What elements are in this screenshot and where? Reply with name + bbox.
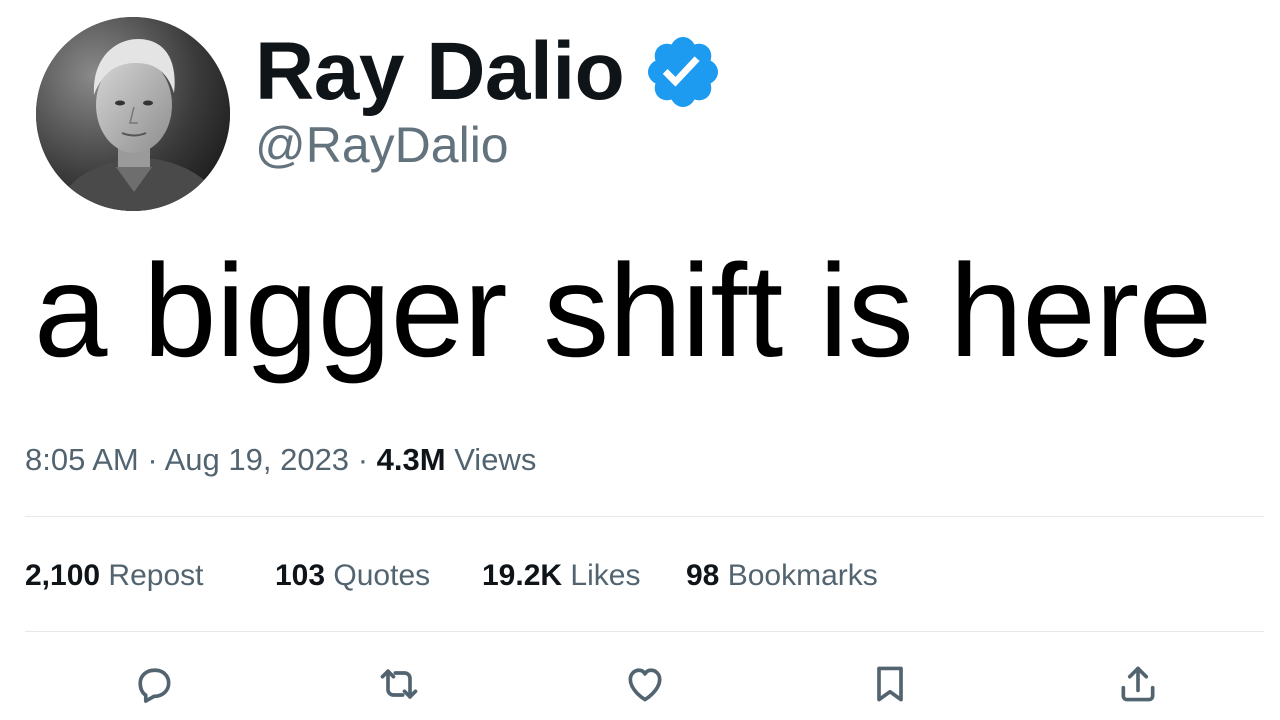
- divider: [25, 516, 1264, 517]
- reply-button[interactable]: [130, 660, 178, 708]
- stat-count: 103: [275, 559, 326, 592]
- stat-reposts[interactable]: 2,100 Repost: [25, 556, 203, 596]
- stat-count: 2,100: [25, 559, 101, 592]
- repost-button[interactable]: [375, 660, 423, 708]
- repost-arrows-icon: [380, 669, 418, 699]
- author-avatar[interactable]: [36, 17, 230, 211]
- stat-likes[interactable]: 19.2K Likes: [482, 556, 640, 596]
- stat-count: 98: [686, 559, 720, 592]
- author-display-name[interactable]: Ray Dalio: [255, 31, 625, 113]
- tweet-date[interactable]: Aug 19, 2023: [165, 442, 349, 477]
- heart-icon: [628, 668, 662, 702]
- share-button[interactable]: [1114, 660, 1162, 708]
- stat-label: Likes: [570, 559, 641, 592]
- meta-separator: ·: [147, 442, 158, 477]
- stat-count: 19.2K: [482, 559, 563, 592]
- tweet-text: a bigger shift is here: [34, 237, 1212, 384]
- author-handle[interactable]: @RayDalio: [255, 120, 509, 170]
- bookmark-button[interactable]: [866, 660, 914, 708]
- upload-share-icon: [1121, 666, 1155, 702]
- stat-label: Repost: [108, 559, 204, 592]
- speech-bubble-icon: [138, 668, 171, 703]
- author-name-row: Ray Dalio: [255, 26, 724, 118]
- views-count: 4.3M: [376, 442, 446, 477]
- bookmark-icon: [877, 666, 903, 702]
- stat-bookmarks[interactable]: 98 Bookmarks: [686, 556, 878, 596]
- stat-quotes[interactable]: 103 Quotes: [275, 556, 430, 596]
- verified-badge-icon[interactable]: [642, 31, 724, 113]
- stat-label: Quotes: [333, 559, 431, 592]
- tweet-time[interactable]: 8:05 AM: [25, 442, 139, 477]
- avatar-photo: [36, 17, 230, 211]
- views-label: Views: [454, 442, 537, 477]
- like-button[interactable]: [621, 660, 669, 708]
- divider: [25, 631, 1264, 632]
- meta-separator: ·: [357, 442, 369, 477]
- stat-label: Bookmarks: [727, 559, 878, 592]
- tweet-meta: 8:05 AM · Aug 19, 2023 · 4.3M Views: [25, 440, 536, 480]
